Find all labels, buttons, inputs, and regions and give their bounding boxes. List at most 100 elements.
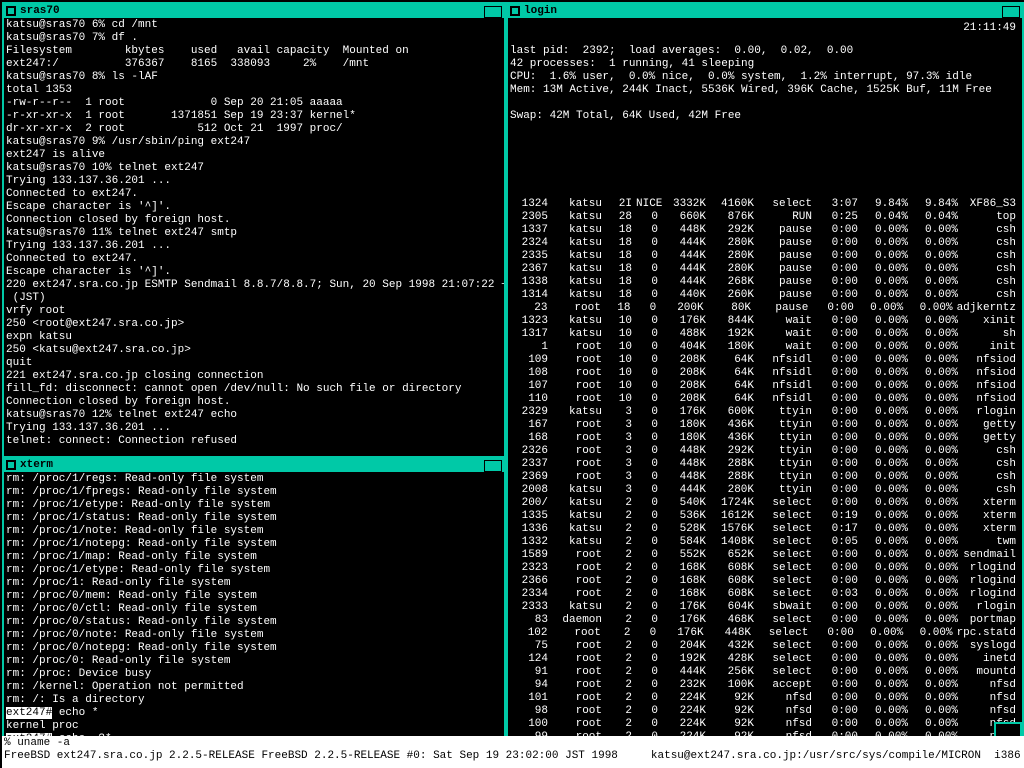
cell-pid: 1314 — [510, 289, 552, 302]
cell-res: 64K — [710, 393, 758, 406]
menu-icon[interactable] — [6, 460, 16, 470]
cell-state: select — [758, 562, 816, 575]
cell-wcpu: 0.00% — [862, 393, 912, 406]
resize-icon[interactable] — [484, 460, 502, 472]
terminal-output[interactable]: rm: /proc/1/regs: Read-only file systemr… — [4, 472, 504, 738]
cell-pid: 108 — [510, 367, 552, 380]
output-line: rm: /: Is a directory — [6, 694, 502, 707]
cell-wcpu: 0.00% — [862, 237, 912, 250]
cell-user: root — [552, 302, 605, 315]
cell-user: root — [552, 549, 606, 562]
cell-time: 0:00 — [816, 367, 862, 380]
cell-pid: 2324 — [510, 237, 552, 250]
cell-time: 0:05 — [816, 536, 862, 549]
cell-cpu: 0.00% — [912, 679, 962, 692]
cell-user: root — [552, 354, 606, 367]
cell-cpu: 0.00% — [912, 276, 962, 289]
cell-wcpu: 0.00% — [862, 575, 912, 588]
cell-nice: 0 — [636, 224, 662, 237]
resize-icon[interactable] — [484, 6, 502, 18]
cell-state: pause — [755, 302, 812, 315]
cell-pid: 110 — [510, 393, 552, 406]
cell-res: 292K — [710, 445, 758, 458]
cell-cpu: 0.00% — [912, 263, 962, 276]
cell-wcpu: 0.00% — [862, 289, 912, 302]
cell-wcpu: 0.00% — [862, 510, 912, 523]
process-row: 110root100208K64Knfsidl0:000.00%0.00%nfs… — [510, 393, 1020, 406]
cell-cmd: rlogin — [962, 406, 1020, 419]
cell-state: ttyin — [758, 406, 816, 419]
cell-wcpu: 9.84% — [862, 198, 912, 211]
cell-user: root — [552, 471, 606, 484]
cell-cmd: nfsiod — [962, 380, 1020, 393]
cell-nice: 0 — [636, 263, 662, 276]
cell-user: root — [552, 367, 606, 380]
cell-cpu: 0.00% — [912, 640, 962, 653]
output-line: rm: /proc/1/etype: Read-only file system — [6, 499, 502, 512]
cell-time: 0:00 — [816, 601, 862, 614]
cell-time: 0:00 — [816, 484, 862, 497]
cell-wcpu: 0.04% — [862, 211, 912, 224]
cell-res: 280K — [710, 237, 758, 250]
cell-time: 0:00 — [816, 679, 862, 692]
cell-cpu: 0.00% — [912, 341, 962, 354]
titlebar-xterm[interactable]: xterm — [4, 458, 504, 472]
window-xterm[interactable]: xterm rm: /proc/1/regs: Read-only file s… — [2, 456, 506, 740]
cell-user: root — [552, 445, 606, 458]
cell-state: ttyin — [758, 432, 816, 445]
cell-state: pause — [758, 224, 816, 237]
cell-cpu: 0.00% — [912, 432, 962, 445]
cell-size: 176K — [662, 406, 710, 419]
cell-time: 0:00 — [816, 289, 862, 302]
cell-wcpu: 0.00% — [862, 601, 912, 614]
prompt-line: kernel proc — [6, 720, 502, 733]
cell-size: 176K — [662, 601, 710, 614]
cell-nice: 0 — [636, 640, 662, 653]
output-line: rm: /proc/1/etype: Read-only file system — [6, 564, 502, 577]
cell-res: 844K — [710, 315, 758, 328]
cell-time: 0:19 — [816, 510, 862, 523]
process-row: 1314katsu180440K260Kpause0:000.00%0.00%c… — [510, 289, 1020, 302]
cell-state: select — [758, 666, 816, 679]
cell-size: 168K — [662, 575, 710, 588]
cell-user: katsu — [552, 536, 606, 549]
cell-res: 428K — [710, 653, 758, 666]
cell-res: 876K — [710, 211, 758, 224]
cell-cpu: 0.00% — [912, 237, 962, 250]
menu-icon[interactable] — [510, 6, 520, 16]
cell-nice: 0 — [636, 289, 662, 302]
cell-state: sbwait — [758, 601, 816, 614]
window-login[interactable]: login last pid: 2392; load averages: 0.0… — [506, 2, 1024, 738]
cell-pri: 2I — [606, 198, 636, 211]
bottom-terminal[interactable]: % uname -a FreeBSD ext247.sra.co.jp 2.2.… — [2, 736, 1024, 768]
cell-pid: 75 — [510, 640, 552, 653]
cell-cpu: 0.00% — [912, 393, 962, 406]
cell-size: 448K — [662, 458, 710, 471]
cell-cpu: 0.00% — [907, 302, 956, 315]
cell-nice: 0 — [636, 237, 662, 250]
cell-wcpu: 0.00% — [862, 354, 912, 367]
menu-icon[interactable] — [6, 6, 16, 16]
titlebar-sras70[interactable]: sras70 — [4, 4, 504, 18]
cell-user: katsu — [552, 484, 606, 497]
cell-time: 0:00 — [816, 328, 862, 341]
title-text: login — [524, 5, 557, 18]
cell-pri: 18 — [606, 224, 636, 237]
resize-icon[interactable] — [1002, 6, 1020, 18]
cell-wcpu: 0.00% — [862, 458, 912, 471]
cell-res: 448K — [708, 627, 755, 640]
titlebar-login[interactable]: login — [508, 4, 1022, 18]
output-line: rm: /proc/1/fpregs: Read-only file syste… — [6, 486, 502, 499]
terminal-output[interactable]: katsu@sras70 6% cd /mnt katsu@sras70 7% … — [4, 18, 504, 456]
cell-pid: 1323 — [510, 315, 552, 328]
process-row: 1336katsu20528K1576Kselect0:170.00%0.00%… — [510, 523, 1020, 536]
cell-cmd: syslogd — [962, 640, 1020, 653]
cell-pid: 1337 — [510, 224, 552, 237]
process-row: 75root20204K432Kselect0:000.00%0.00%sysl… — [510, 640, 1020, 653]
process-row: 2324katsu180444K280Kpause0:000.00%0.00%c… — [510, 237, 1020, 250]
cell-pri: 2 — [606, 705, 636, 718]
window-sras70[interactable]: sras70 katsu@sras70 6% cd /mnt katsu@sra… — [2, 2, 506, 458]
cell-size: 224K — [662, 718, 710, 731]
cell-cpu: 0.00% — [912, 406, 962, 419]
cell-size: 232K — [662, 679, 710, 692]
